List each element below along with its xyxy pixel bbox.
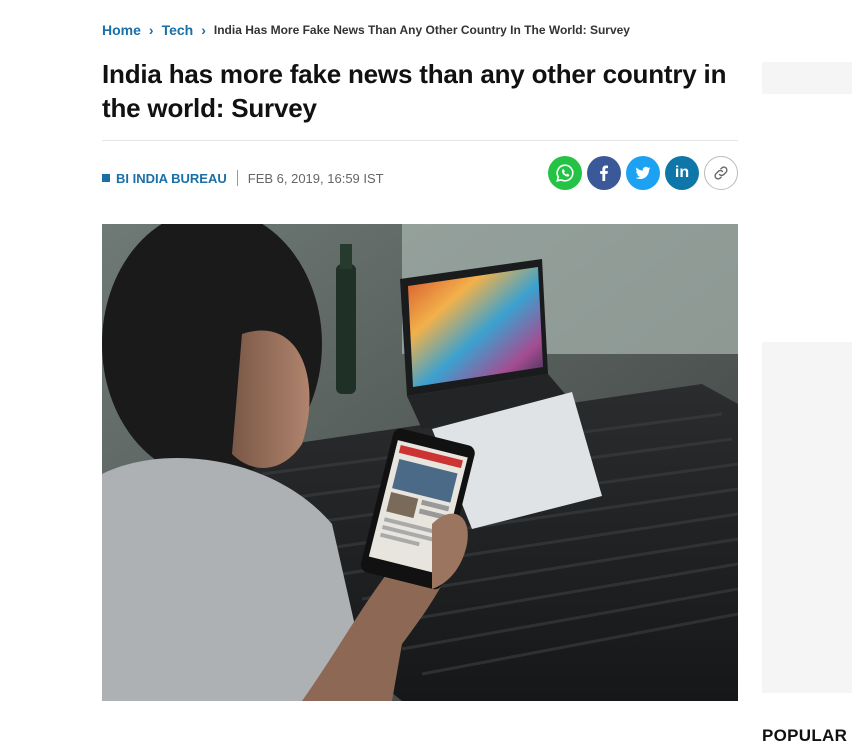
twitter-icon	[635, 166, 651, 180]
byline-separator	[236, 170, 238, 186]
breadcrumb-tech-link[interactable]: Tech	[162, 22, 194, 38]
linkedin-icon: in	[674, 164, 690, 181]
byline: BI INDIA BUREAU FEB 6, 2019, 16:59 IST	[102, 168, 384, 188]
chevron-right-icon: ›	[201, 22, 206, 38]
hero-photo	[102, 224, 738, 701]
ad-placeholder-top	[762, 62, 852, 94]
link-icon	[714, 166, 728, 180]
popular-heading: POPULAR	[762, 726, 848, 745]
share-twitter-button[interactable]	[626, 156, 660, 190]
breadcrumb: Home › Tech › India Has More Fake News T…	[102, 22, 630, 38]
share-whatsapp-button[interactable]	[548, 156, 582, 190]
publish-date: FEB 6, 2019, 16:59 IST	[247, 170, 384, 186]
author-square-icon	[102, 174, 110, 182]
author-link[interactable]: BI INDIA BUREAU	[116, 171, 227, 186]
breadcrumb-home-link[interactable]: Home	[102, 22, 141, 38]
facebook-icon	[600, 165, 608, 181]
breadcrumb-current: India Has More Fake News Than Any Other …	[213, 23, 630, 37]
share-facebook-button[interactable]	[587, 156, 621, 190]
article-title: India has more fake news than any other …	[102, 59, 727, 123]
ad-placeholder-side	[762, 342, 852, 693]
whatsapp-icon	[556, 164, 574, 182]
share-linkedin-button[interactable]: in	[665, 156, 699, 190]
hero-image	[102, 224, 738, 701]
divider	[102, 140, 738, 141]
copy-link-button[interactable]	[704, 156, 738, 190]
chevron-right-icon: ›	[148, 22, 154, 38]
share-bar: in	[548, 156, 738, 190]
